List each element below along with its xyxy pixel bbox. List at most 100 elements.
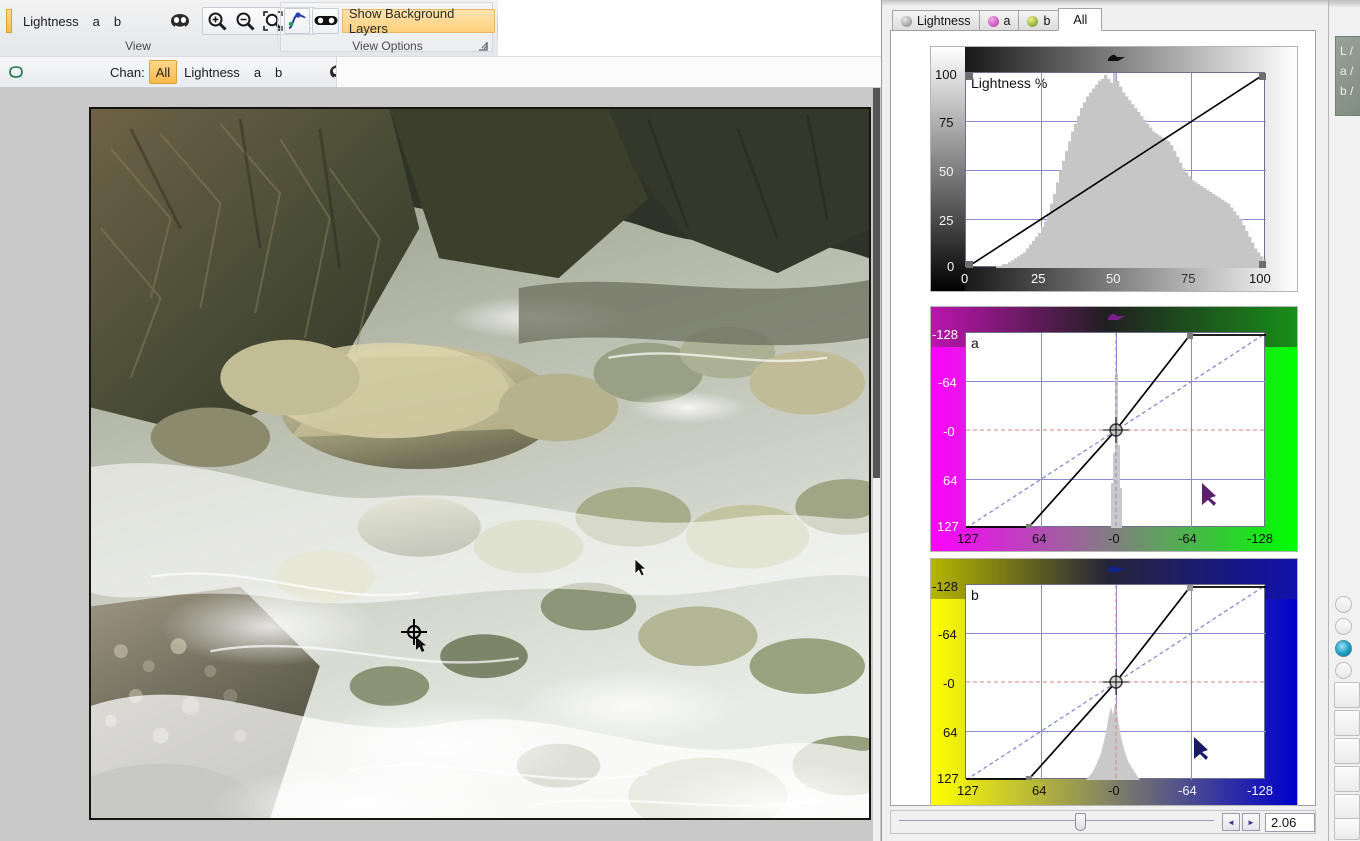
lightness-xtick-0: 0 — [961, 271, 969, 286]
b-ytick-neg128: -128 — [932, 579, 959, 594]
zoom-out-icon[interactable] — [231, 8, 259, 34]
photo-frame[interactable] — [89, 107, 871, 820]
lab-channel-thumbnail[interactable]: L / a / b / — [1335, 36, 1360, 116]
a-ytick-neg64: -64 — [938, 375, 957, 390]
tab-all[interactable]: All — [1058, 8, 1103, 31]
zoom-value-field[interactable]: 2.06 — [1265, 812, 1315, 832]
right-rail: L / a / b / — [1328, 0, 1360, 841]
a-xtick-neg0: -0 — [1108, 531, 1120, 546]
rail-button-6[interactable] — [1334, 818, 1360, 840]
photo-river-rapids — [91, 109, 869, 818]
canvas-scrollbar-thumb[interactable] — [873, 88, 880, 478]
canvas-vertical-scrollbar[interactable] — [873, 88, 880, 841]
tab-a-dot-icon — [987, 15, 999, 27]
image-canvas-area[interactable] — [0, 88, 881, 841]
ribbon-group-view-options: Show Background Layers View Options — [280, 0, 495, 56]
tab-all-label: All — [1073, 12, 1088, 27]
panel-top-bevel — [882, 0, 1329, 6]
rail-top-bevel — [1329, 0, 1360, 7]
tab-lightness[interactable]: Lightness — [892, 10, 980, 31]
b-histogram-and-curve — [966, 585, 1266, 780]
a-gradient-handle-icon[interactable] — [1105, 310, 1127, 322]
chip-a[interactable]: a — [86, 9, 107, 33]
lightness-xtick-25: 25 — [1031, 271, 1046, 286]
main-application-area: Lightness a b View Show Background Layer… — [0, 0, 881, 841]
chan-lightness-button[interactable]: Lightness — [177, 60, 247, 84]
channel-active-indicator — [6, 9, 12, 33]
zoom-in-icon[interactable] — [203, 8, 231, 34]
rail-button-2[interactable] — [1334, 710, 1360, 736]
a-histogram-and-curve — [966, 333, 1266, 528]
lightness-gradient-handle-icon[interactable] — [1105, 51, 1127, 63]
mask-small-icon[interactable] — [2, 59, 30, 85]
zoom-decrease-button[interactable]: ◄ — [1222, 813, 1240, 831]
b-xtick-neg128: -128 — [1247, 783, 1274, 798]
a-xtick-neg64: -64 — [1178, 531, 1197, 546]
tab-b-dot-icon — [1027, 15, 1039, 27]
lightness-curve-box[interactable]: Lightness % 100 75 50 25 0 0 25 50 75 10… — [930, 46, 1298, 292]
a-ytick-64: 64 — [943, 473, 958, 488]
b-xtick-127: 127 — [957, 783, 979, 798]
b-ytick-64: 64 — [943, 725, 958, 740]
tab-lightness-label: Lightness — [917, 14, 971, 28]
zoom-slider-track[interactable] — [899, 813, 1214, 831]
chip-lightness[interactable]: Lightness — [16, 9, 86, 33]
glasses-icon[interactable] — [312, 8, 339, 34]
tab-a-label: a — [1003, 14, 1011, 28]
show-background-layers-toggle[interactable]: Show Background Layers — [341, 6, 495, 36]
curves-panel-sheet: Lightness % 100 75 50 25 0 0 25 50 75 10… — [890, 30, 1316, 806]
rail-button-4[interactable] — [1334, 766, 1360, 792]
lightness-ytick-0: 0 — [947, 259, 955, 274]
b-xtick-neg0: -0 — [1108, 783, 1120, 798]
dialog-launcher-icon[interactable] — [478, 40, 491, 53]
tab-b[interactable]: b — [1018, 10, 1060, 31]
rail-button-5[interactable] — [1334, 794, 1360, 820]
a-curve-box[interactable]: a -128 -64 -0 64 127 127 64 -0 -64 -128 — [930, 306, 1298, 552]
chan-all-button[interactable]: All — [148, 60, 178, 84]
chan-b-button[interactable]: b — [268, 60, 289, 84]
lightness-histogram-and-curve — [966, 73, 1266, 268]
rail-button-1[interactable] — [1334, 682, 1360, 708]
a-ytick-127: 127 — [937, 519, 959, 534]
lightness-ytick-50: 50 — [939, 164, 954, 179]
toolbar-empty-area — [336, 57, 881, 87]
a-xtick-neg128: -128 — [1247, 531, 1274, 546]
rail-radio-3-selected[interactable] — [1335, 640, 1352, 657]
b-gradient-handle-icon[interactable] — [1105, 562, 1127, 574]
zoom-increase-arrow-icon: ► — [1247, 817, 1255, 827]
a-ytick-neg0: -0 — [943, 424, 955, 439]
chip-b[interactable]: b — [107, 9, 128, 33]
lightness-ytick-100: 100 — [935, 67, 957, 82]
rail-button-3[interactable] — [1334, 738, 1360, 764]
mouse-pointer-cursor — [634, 558, 647, 577]
lightness-xtick-50: 50 — [1106, 271, 1121, 286]
zoom-increase-button[interactable]: ► — [1242, 813, 1260, 831]
b-plot[interactable]: b — [965, 584, 1266, 780]
lightness-xtick-75: 75 — [1181, 271, 1196, 286]
mask-icon[interactable] — [166, 8, 194, 34]
ribbon-toolbar: Lightness a b View Show Background Layer… — [0, 0, 881, 56]
lab-thumb-line-b: b / — [1340, 84, 1354, 98]
chan-a-button[interactable]: a — [247, 60, 268, 84]
b-ytick-neg0: -0 — [943, 676, 955, 691]
tab-lightness-dot-icon — [901, 15, 912, 27]
a-plot[interactable]: a — [965, 332, 1266, 528]
chan-label: Chan: — [110, 64, 145, 80]
zoom-slider-bar: ◄ ► 2.06 — [890, 810, 1316, 834]
tab-a[interactable]: a — [978, 10, 1020, 31]
curve-node-icon[interactable] — [284, 8, 311, 34]
rail-radio-4[interactable] — [1335, 662, 1352, 679]
ribbon-group-view-options-caption: View Options — [352, 39, 423, 53]
b-curve-box[interactable]: b -128 -64 -0 64 127 127 64 -0 -64 -128 — [930, 558, 1298, 806]
lightness-plot[interactable]: Lightness % — [965, 72, 1266, 268]
b-ytick-neg64: -64 — [938, 627, 957, 642]
lightness-ytick-25: 25 — [939, 213, 954, 228]
rail-radio-2[interactable] — [1335, 618, 1352, 635]
lightness-ytick-75: 75 — [939, 115, 954, 130]
zoom-slider-thumb[interactable] — [1075, 813, 1086, 831]
rail-radio-1[interactable] — [1335, 596, 1352, 613]
ribbon-group-view-caption: View — [125, 39, 151, 53]
tab-b-label: b — [1043, 14, 1051, 28]
channel-toolbar: Chan: All Lightness a b Set Mask ˅ ≡ — [0, 56, 881, 88]
zoom-decrease-arrow-icon: ◄ — [1227, 817, 1235, 827]
